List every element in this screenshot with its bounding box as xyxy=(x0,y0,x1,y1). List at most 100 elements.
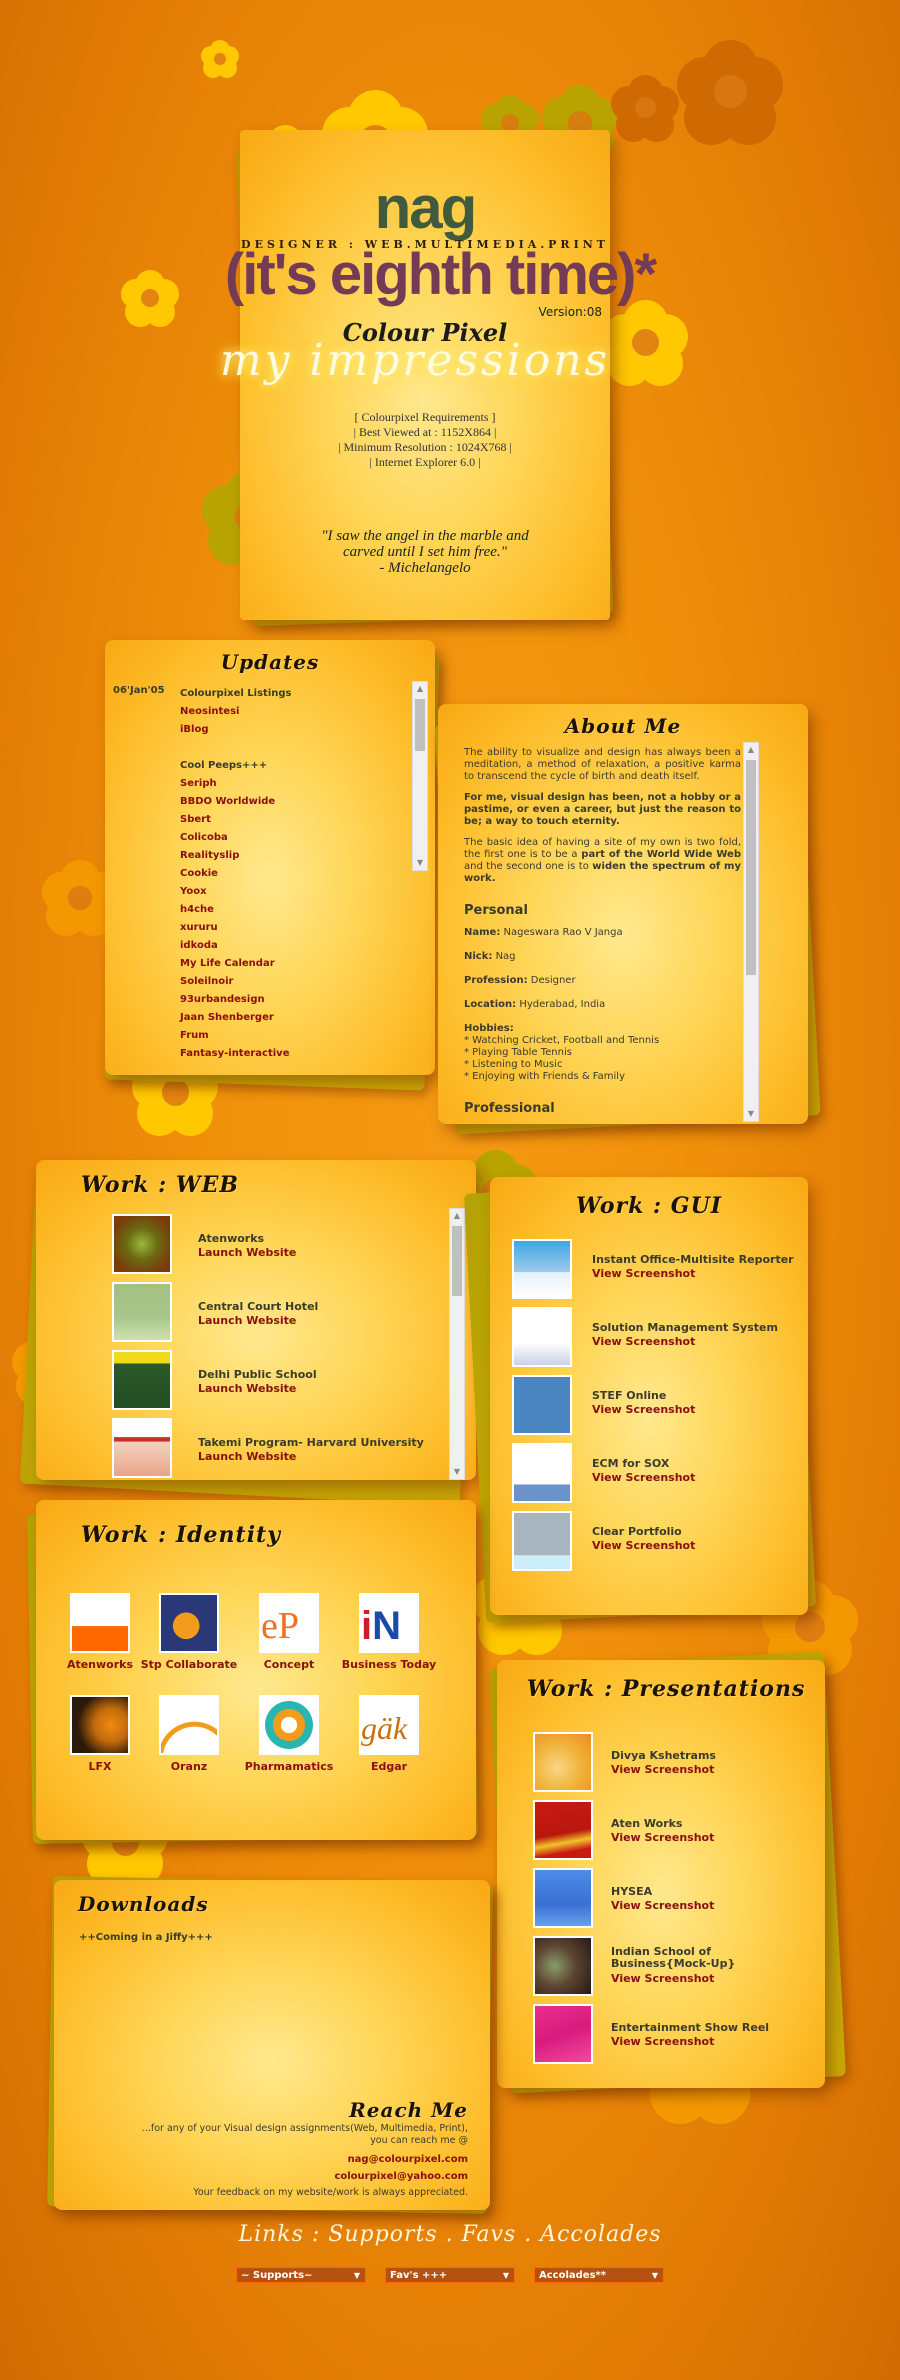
feedback-text: Your feedback on my website/work is alwa… xyxy=(193,2187,468,2198)
stp-collaborate-logo[interactable] xyxy=(159,1593,219,1653)
delhi-public-school-thumbnail[interactable] xyxy=(112,1350,172,1410)
atenworks-thumbnail[interactable] xyxy=(112,1214,172,1274)
launch-website-link[interactable]: Launch Website xyxy=(198,1246,296,1259)
view-screenshot-link[interactable]: View Screenshot xyxy=(592,1403,695,1416)
update-link[interactable]: Fantasy-interactive xyxy=(180,1045,291,1063)
view-screenshot-link[interactable]: View Screenshot xyxy=(611,1763,714,1776)
update-link[interactable]: idkoda xyxy=(180,937,291,955)
scroll-thumb[interactable] xyxy=(415,699,425,751)
update-link[interactable]: Cookie xyxy=(180,865,291,883)
about-paragraph-bold: For me, visual design has been, not a ho… xyxy=(464,792,741,827)
scroll-down-icon[interactable]: ▼ xyxy=(450,1465,464,1479)
hysea-thumbnail[interactable] xyxy=(533,1868,593,1928)
update-link[interactable]: Soleilnoir xyxy=(180,973,291,991)
supports-select[interactable]: ~ Supports~ ▼ xyxy=(236,2267,366,2283)
entertainment-show-reel-thumbnail[interactable] xyxy=(533,2004,593,2064)
update-link[interactable]: Yoox xyxy=(180,883,291,901)
launch-website-link[interactable]: Launch Website xyxy=(198,1382,296,1395)
scroll-up-icon[interactable]: ▲ xyxy=(450,1209,464,1223)
update-link[interactable]: xururu xyxy=(180,919,291,937)
concept-logo[interactable]: eP xyxy=(259,1593,319,1653)
requirement-line: | Minimum Resolution : 1024X768 | xyxy=(338,440,512,454)
view-screenshot-link[interactable]: View Screenshot xyxy=(592,1471,695,1484)
scroll-down-icon[interactable]: ▼ xyxy=(744,1107,758,1121)
update-link[interactable]: Seriph xyxy=(180,775,291,793)
scroll-down-icon[interactable]: ▼ xyxy=(413,856,427,870)
field-value: Nageswara Rao V Janga xyxy=(503,927,623,938)
launch-website-link[interactable]: Launch Website xyxy=(198,1314,296,1327)
scroll-thumb[interactable] xyxy=(746,760,756,975)
email-link[interactable]: colourpixel@yahoo.com xyxy=(142,2168,468,2185)
requirements: [ Colourpixel Requirements ] | Best View… xyxy=(240,410,610,470)
updates-scrollbar[interactable]: ▲ ▼ xyxy=(412,681,428,871)
field-label: Location: xyxy=(464,999,517,1010)
flower-icon xyxy=(610,75,680,145)
presentation-item-title: Divya Kshetrams xyxy=(611,1749,716,1762)
identity-label[interactable]: Business Today xyxy=(339,1658,439,1671)
identity-label[interactable]: Edgar xyxy=(339,1760,439,1773)
view-screenshot-link[interactable]: View Screenshot xyxy=(611,1831,714,1844)
aten-works-thumbnail[interactable] xyxy=(533,1800,593,1860)
oranz-logo[interactable] xyxy=(159,1695,219,1755)
about-scrollbar[interactable]: ▲ ▼ xyxy=(743,742,759,1122)
lfx-logo[interactable] xyxy=(70,1695,130,1755)
business-today-logo[interactable]: iN xyxy=(359,1593,419,1653)
view-screenshot-link[interactable]: View Screenshot xyxy=(611,1972,714,1985)
accolades-select[interactable]: Accolades** ▼ xyxy=(534,2267,664,2283)
reach-me-block: ...for any of your Visual design assignm… xyxy=(142,2123,468,2199)
identity-label[interactable]: LFX xyxy=(50,1760,150,1773)
update-link[interactable]: Colicoba xyxy=(180,829,291,847)
identity-label[interactable]: Oranz xyxy=(139,1760,239,1773)
quote: "I saw the angel in the marble and carve… xyxy=(240,528,610,576)
view-screenshot-link[interactable]: View Screenshot xyxy=(592,1539,695,1552)
personal-heading: Personal xyxy=(464,903,528,918)
takemi-program-thumbnail[interactable] xyxy=(112,1418,172,1478)
identity-label[interactable]: Stp Collaborate xyxy=(139,1658,239,1671)
update-link[interactable]: Neosintesi xyxy=(180,703,291,721)
scroll-up-icon[interactable]: ▲ xyxy=(413,682,427,696)
instant-office-thumbnail[interactable] xyxy=(512,1239,572,1299)
clear-portfolio-thumbnail[interactable] xyxy=(512,1511,572,1571)
atenworks-logo[interactable] xyxy=(70,1593,130,1653)
update-link[interactable]: BBDO Worldwide xyxy=(180,793,291,811)
identity-label[interactable]: Concept xyxy=(239,1658,339,1671)
central-court-thumbnail[interactable] xyxy=(112,1282,172,1342)
view-screenshot-link[interactable]: View Screenshot xyxy=(592,1267,695,1280)
identity-label[interactable]: Pharmamatics xyxy=(239,1760,339,1773)
work-web-panel: Work : WEB Atenworks Launch Website Cent… xyxy=(36,1160,476,1480)
update-link[interactable]: Sbert xyxy=(180,811,291,829)
update-link[interactable]: Realityslip xyxy=(180,847,291,865)
scroll-thumb[interactable] xyxy=(452,1226,462,1296)
indian-school-business-thumbnail[interactable] xyxy=(533,1936,593,1996)
work-web-scrollbar[interactable]: ▲ ▼ xyxy=(449,1208,465,1480)
ecm-sox-thumbnail[interactable] xyxy=(512,1443,572,1503)
pharmamatics-logo[interactable] xyxy=(259,1695,319,1755)
favs-select[interactable]: Fav's +++ ▼ xyxy=(385,2267,515,2283)
stef-online-thumbnail[interactable] xyxy=(512,1375,572,1435)
work-presentations-title: Work : Presentations xyxy=(527,1676,806,1702)
field-label: Name: xyxy=(464,927,501,938)
view-screenshot-link[interactable]: View Screenshot xyxy=(592,1335,695,1348)
updates-date: 06'Jan'05 xyxy=(113,685,165,696)
scroll-up-icon[interactable]: ▲ xyxy=(744,743,758,757)
gui-item-title: Clear Portfolio xyxy=(592,1525,682,1538)
field-value: Designer xyxy=(530,975,576,986)
divya-kshetrams-thumbnail[interactable] xyxy=(533,1732,593,1792)
site-name: nag xyxy=(374,174,478,241)
view-screenshot-link[interactable]: View Screenshot xyxy=(611,2035,714,2048)
solution-management-thumbnail[interactable] xyxy=(512,1307,572,1367)
view-screenshot-link[interactable]: View Screenshot xyxy=(611,1899,714,1912)
edgar-logo[interactable]: gäk xyxy=(359,1695,419,1755)
update-link[interactable]: Frum xyxy=(180,1027,291,1045)
launch-website-link[interactable]: Launch Website xyxy=(198,1450,296,1463)
update-link[interactable]: 93urbandesign xyxy=(180,991,291,1009)
quote-author: - Michelangelo xyxy=(379,560,471,576)
identity-label[interactable]: Atenworks xyxy=(50,1658,150,1671)
update-link[interactable]: h4che xyxy=(180,901,291,919)
update-link[interactable]: Jaan Shenberger xyxy=(180,1009,291,1027)
field-profession: Profession: Designer xyxy=(464,975,741,987)
update-link[interactable]: iBlog xyxy=(180,721,291,739)
downloads-title: Downloads xyxy=(78,1892,209,1916)
email-link[interactable]: nag@colourpixel.com xyxy=(142,2151,468,2168)
update-link[interactable]: My Life Calendar xyxy=(180,955,291,973)
